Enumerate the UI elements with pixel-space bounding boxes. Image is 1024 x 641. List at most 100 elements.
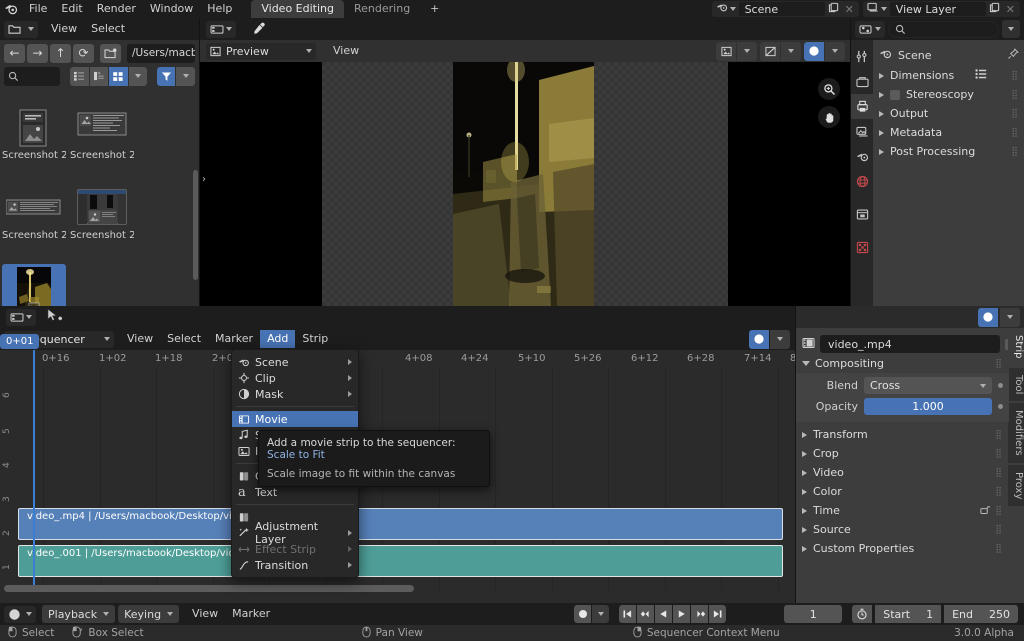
panel-color[interactable]: Color ⣿ <box>796 482 1009 501</box>
gizmo-dropdown[interactable] <box>781 41 801 61</box>
panel-drag-handle[interactable]: ⣿ <box>995 359 1003 369</box>
overlays-dropdown[interactable] <box>825 41 845 61</box>
workspace-tab-video-editing[interactable]: Video Editing <box>251 0 344 18</box>
properties-tab-render[interactable] <box>851 69 873 94</box>
panel-time[interactable]: Time ⣿ <box>796 501 1009 520</box>
panel-drag-handle[interactable]: ⣿ <box>1011 90 1019 100</box>
menu-render[interactable]: Render <box>90 0 143 18</box>
x-icon[interactable]: ✕ <box>842 4 857 15</box>
view-layer-name-field[interactable]: View Layer <box>889 2 986 16</box>
panel-drag-handle[interactable]: ⣿ <box>995 449 1003 459</box>
overlays-icon[interactable] <box>804 41 824 61</box>
filebrowser-menu-view[interactable]: View <box>44 20 84 38</box>
add-menu-item-fade[interactable]: Transition <box>232 557 358 573</box>
sequencer-overlays-icon[interactable] <box>749 329 769 349</box>
panel-stereoscopy[interactable]: Stereoscopy ⣿ <box>873 85 1024 104</box>
file-browser-scrollbar[interactable] <box>193 110 198 300</box>
prev-keyframe-icon[interactable] <box>637 605 655 623</box>
display-mode-vertical-list-icon[interactable] <box>69 66 89 86</box>
nav-up-button[interactable]: ↑ <box>50 43 71 63</box>
play-icon[interactable] <box>673 605 691 623</box>
panel-drag-handle[interactable]: ⣿ <box>995 544 1003 554</box>
add-menu-item-scene[interactable]: Scene <box>232 354 358 370</box>
end-frame-field[interactable]: End 250 <box>944 605 1018 623</box>
next-keyframe-icon[interactable] <box>691 605 709 623</box>
jump-start-icon[interactable] <box>619 605 637 623</box>
eyedropper-icon[interactable] <box>248 21 270 38</box>
display-mode-horizontal-list-icon[interactable] <box>89 66 109 86</box>
pin-icon[interactable] <box>1007 47 1019 63</box>
display-mode-selector[interactable]: Preview <box>206 42 316 60</box>
file-search-input[interactable] <box>4 66 61 86</box>
panel-drag-handle[interactable]: ⣿ <box>1011 147 1019 157</box>
playhead[interactable]: 0+01 <box>0 334 40 590</box>
nav-forward-button[interactable]: → <box>27 43 48 63</box>
properties-tab-object-data[interactable] <box>851 202 873 227</box>
sequencer-horizontal-scrollbar[interactable] <box>0 583 790 593</box>
panel-output[interactable]: Output ⣿ <box>873 104 1024 123</box>
sequencer-menu-strip[interactable]: Strip <box>295 330 335 348</box>
keying-menu[interactable]: Keying <box>118 605 180 623</box>
menu-edit[interactable]: Edit <box>54 0 89 18</box>
file-path-field[interactable]: /Users/macbo... <box>127 43 195 63</box>
animate-property-dot[interactable] <box>998 404 1003 409</box>
panel-drag-handle[interactable]: ⣿ <box>995 468 1003 478</box>
workspace-tab-rendering[interactable]: Rendering <box>344 0 420 18</box>
timeline-menu-marker[interactable]: Marker <box>225 605 277 623</box>
preview-menu-view[interactable]: View <box>326 42 366 60</box>
properties-editor-type-selector[interactable] <box>855 20 885 38</box>
sidebar-tab-modifiers[interactable]: Modifiers <box>1008 402 1024 463</box>
strip-video-mp4[interactable]: video_.mp4 | /Users/macbook/Desktop/vide… <box>18 508 783 540</box>
panel-drag-handle[interactable]: ⣿ <box>995 487 1003 497</box>
panel-drag-handle[interactable]: ⣿ <box>995 430 1003 440</box>
record-icon[interactable] <box>574 605 592 623</box>
sequencer-menu-marker[interactable]: Marker <box>208 330 260 348</box>
add-menu-item-clip[interactable]: Clip <box>232 370 358 386</box>
unlock-icon[interactable] <box>979 504 991 518</box>
image-overlay-icon[interactable] <box>716 41 736 61</box>
properties-search-input[interactable] <box>888 20 999 38</box>
add-workspace-button[interactable]: + <box>420 0 449 18</box>
strip-overlays-dropdown[interactable] <box>1000 307 1020 327</box>
animate-property-dot[interactable] <box>998 383 1003 388</box>
sequencer-overlays-dropdown[interactable] <box>770 329 790 349</box>
panel-dimensions[interactable]: Dimensions ⣿ <box>873 66 1024 85</box>
sidebar-tab-tool[interactable]: Tool <box>1008 367 1024 401</box>
panel-custom-properties[interactable]: Custom Properties ⣿ <box>796 539 1009 558</box>
properties-tab-output[interactable] <box>851 94 873 119</box>
add-menu-item-movie[interactable]: Movie <box>232 411 358 427</box>
sequencer-editor-type-selector[interactable] <box>6 308 36 326</box>
properties-tab-texture[interactable] <box>851 235 873 260</box>
panel-source[interactable]: Source ⣿ <box>796 520 1009 539</box>
display-mode-dropdown[interactable] <box>128 66 148 86</box>
panel-post-processing[interactable]: Post Processing ⣿ <box>873 142 1024 161</box>
file-item[interactable]: Screenshot 2... <box>2 188 66 241</box>
current-frame-field[interactable]: 1 <box>784 605 843 623</box>
hand-icon[interactable] <box>818 106 840 128</box>
timeline-menu-view[interactable]: View <box>185 605 225 623</box>
nav-refresh-button[interactable]: ⟳ <box>73 43 94 63</box>
file-item[interactable]: Screenshot 2... <box>70 108 134 161</box>
view-layer-selector[interactable]: View Layer ✕ <box>862 1 1020 17</box>
playback-menu[interactable]: Playback <box>42 605 116 623</box>
properties-tab-scene[interactable] <box>851 144 873 169</box>
strip-video-001[interactable]: video_.001 | /Users/macbook/Desktop/vide… <box>18 545 783 577</box>
duplicate-icon[interactable] <box>986 2 1003 16</box>
panel-drag-handle[interactable]: ⣿ <box>995 506 1003 516</box>
start-frame-field[interactable]: Start 1 <box>875 605 942 623</box>
add-menu-item-effect-strip[interactable]: Adjustment Layer <box>232 520 358 546</box>
record-dropdown[interactable] <box>592 605 610 623</box>
panel-transform[interactable]: Transform ⣿ <box>796 425 1009 444</box>
properties-options-dropdown[interactable] <box>1002 20 1020 38</box>
sequencer-ruler[interactable]: 0+16 1+02 1+18 2+04 3+06 3+22 4+08 4+24 … <box>0 350 817 368</box>
file-item[interactable]: Screenshot 2... <box>70 188 134 241</box>
panel-drag-handle[interactable]: ⣿ <box>1011 71 1019 81</box>
strip-name-field[interactable]: video_.mp4 <box>820 335 1000 353</box>
zoom-icon[interactable] <box>818 78 840 100</box>
properties-tab-tool[interactable] <box>851 44 873 69</box>
panel-drag-handle[interactable]: ⣿ <box>1011 109 1019 119</box>
play-reverse-icon[interactable] <box>655 605 673 623</box>
add-menu-item-mask[interactable]: Mask <box>232 386 358 402</box>
blender-logo-icon[interactable] <box>0 0 22 18</box>
sidebar-tab-proxy[interactable]: Proxy <box>1008 464 1024 507</box>
